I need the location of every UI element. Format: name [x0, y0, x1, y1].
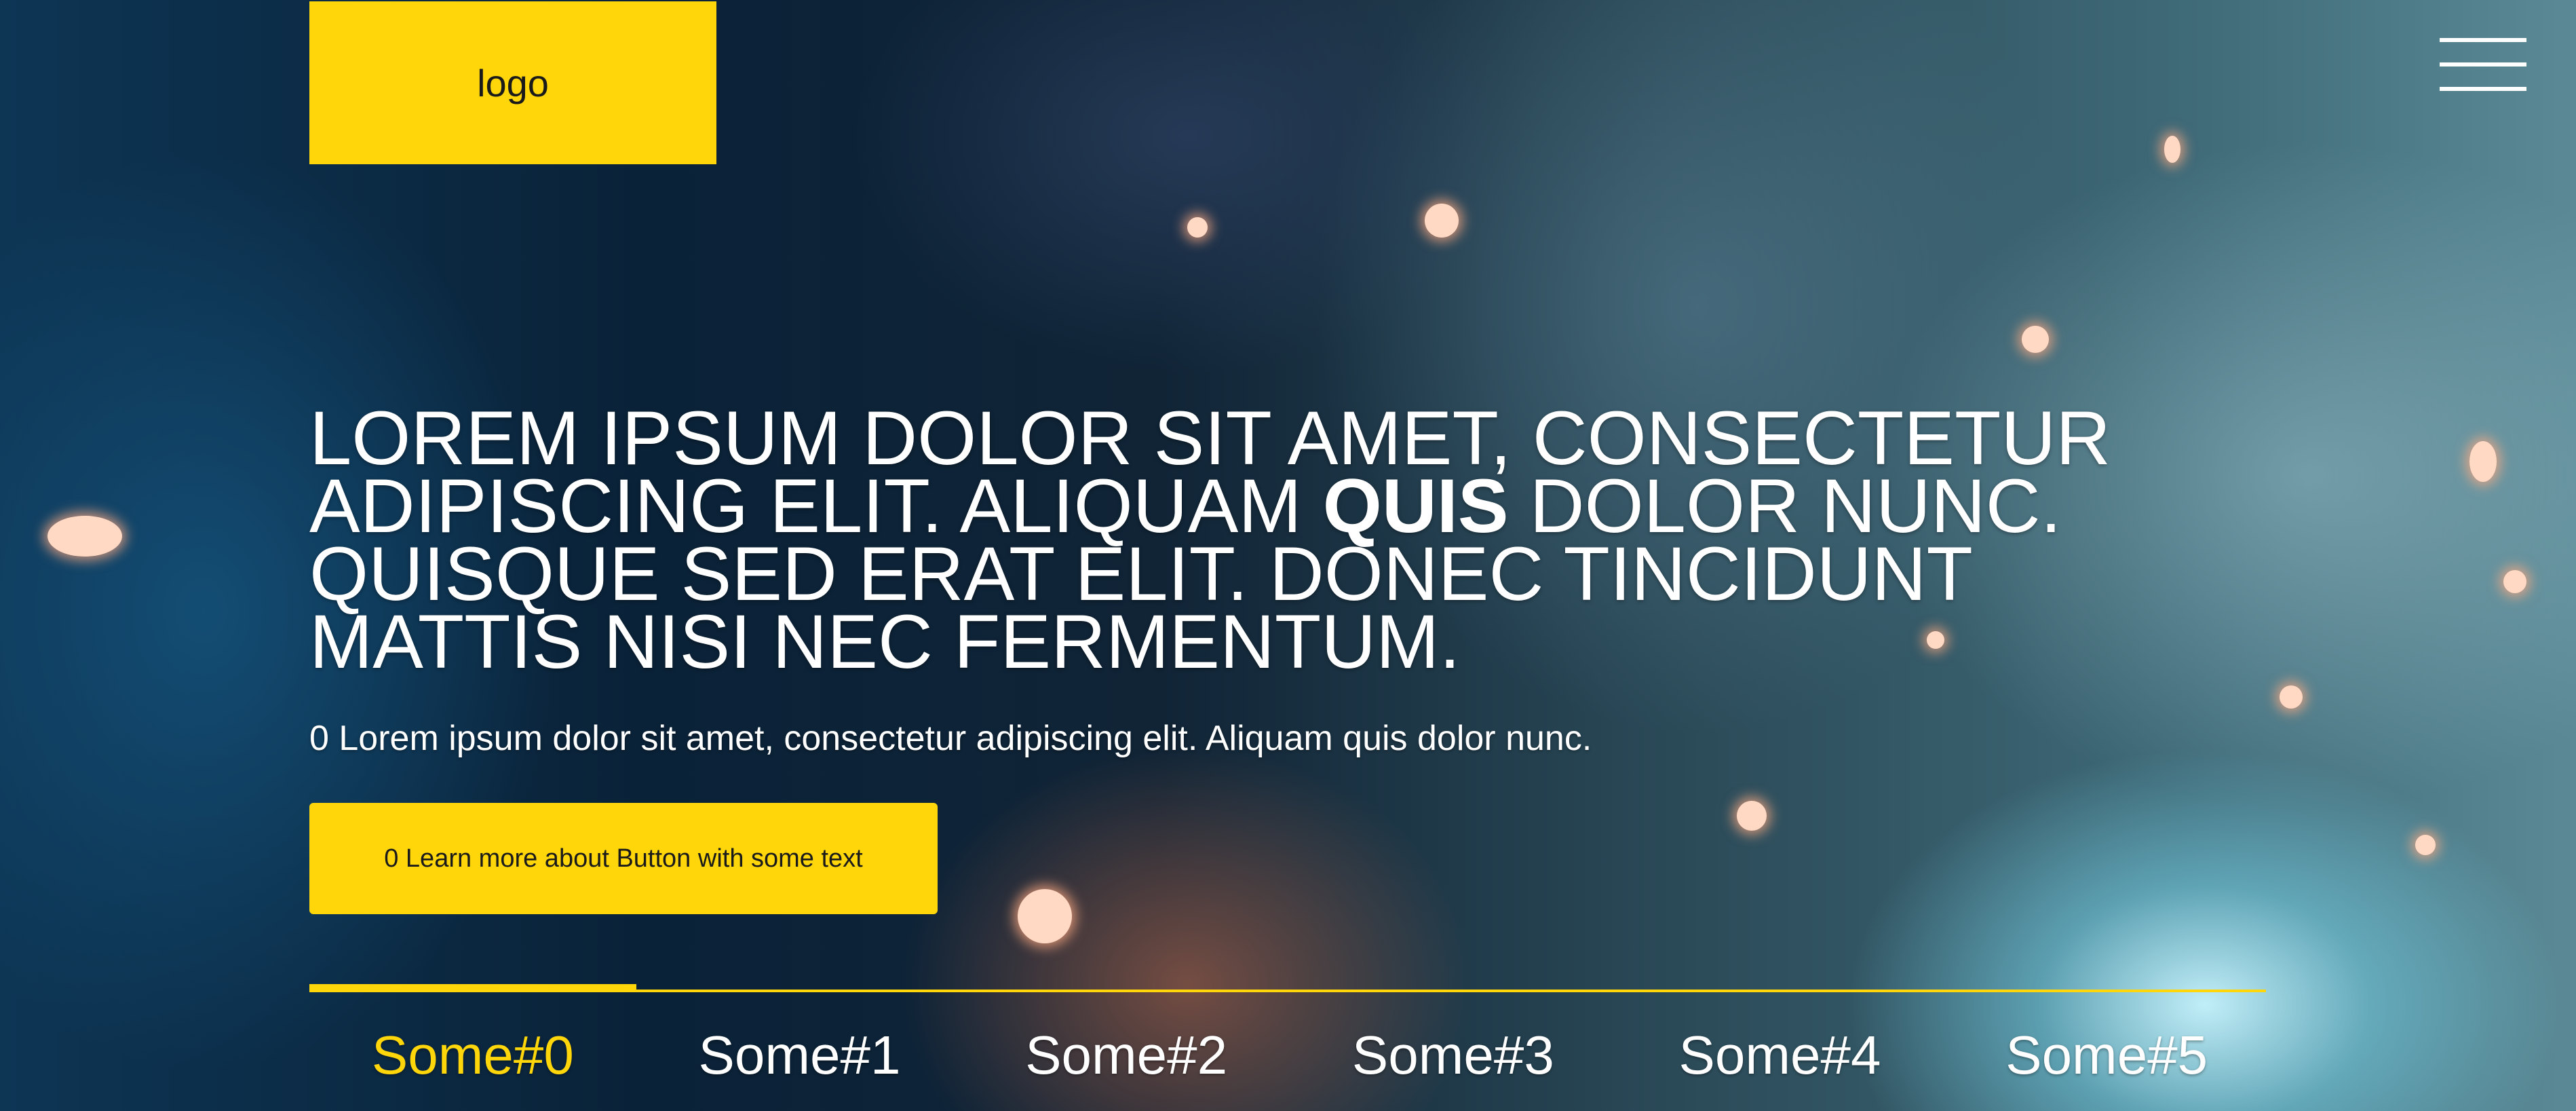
- spark: [2164, 136, 2180, 163]
- spark: [2469, 441, 2497, 482]
- headline-line: QUISQUE SED ERAT ELIT. DONEC TINCIDUNT: [309, 536, 2318, 612]
- headline-line: MATTIS NISI NEC FERMENTUM.: [309, 604, 2318, 680]
- hero-section: logo LOREM IPSUM DOLOR SIT AMET, CONSECT…: [0, 0, 2576, 1111]
- hero-subtitle: 0 Lorem ipsum dolor sit amet, consectetu…: [309, 719, 1592, 758]
- spark: [1187, 217, 1208, 238]
- spark: [1425, 204, 1459, 238]
- headline-text: MATTIS NISI NEC FERMENTUM.: [309, 599, 1461, 684]
- tab-some-0[interactable]: Some#0: [309, 1018, 636, 1093]
- spark: [1737, 801, 1767, 831]
- hero-headline: LOREM IPSUM DOLOR SIT AMET, CONSECTETUR …: [309, 400, 2318, 680]
- tab-some-4[interactable]: Some#4: [1617, 1018, 1944, 1093]
- tab-some-5[interactable]: Some#5: [1943, 1018, 2270, 1093]
- tab-some-2[interactable]: Some#2: [963, 1018, 1290, 1093]
- tab-some-1[interactable]: Some#1: [636, 1018, 963, 1093]
- active-tab-indicator: [309, 984, 636, 991]
- spark: [2503, 570, 2526, 593]
- tab-some-3[interactable]: Some#3: [1290, 1018, 1617, 1093]
- logo[interactable]: logo: [309, 1, 716, 164]
- hamburger-menu-icon[interactable]: [2440, 35, 2526, 96]
- logo-text: logo: [477, 61, 549, 105]
- menu-bar: [2440, 62, 2526, 67]
- learn-more-button[interactable]: 0 Learn more about Button with some text: [309, 803, 938, 914]
- tab-bar: Some#0 Some#1 Some#2 Some#3 Some#4 Some#…: [309, 1018, 2270, 1093]
- spark: [2415, 835, 2436, 855]
- menu-bar: [2440, 87, 2526, 91]
- spark: [1018, 889, 1072, 943]
- spark: [2280, 685, 2303, 709]
- spark: [2022, 326, 2049, 353]
- headline-line: ADIPISCING ELIT. ALIQUAM QUIS DOLOR NUNC…: [309, 468, 2318, 544]
- headline-line: LOREM IPSUM DOLOR SIT AMET, CONSECTETUR: [309, 400, 2318, 476]
- spark: [47, 516, 122, 557]
- menu-bar: [2440, 38, 2526, 42]
- learn-more-label: 0 Learn more about Button with some text: [384, 844, 863, 873]
